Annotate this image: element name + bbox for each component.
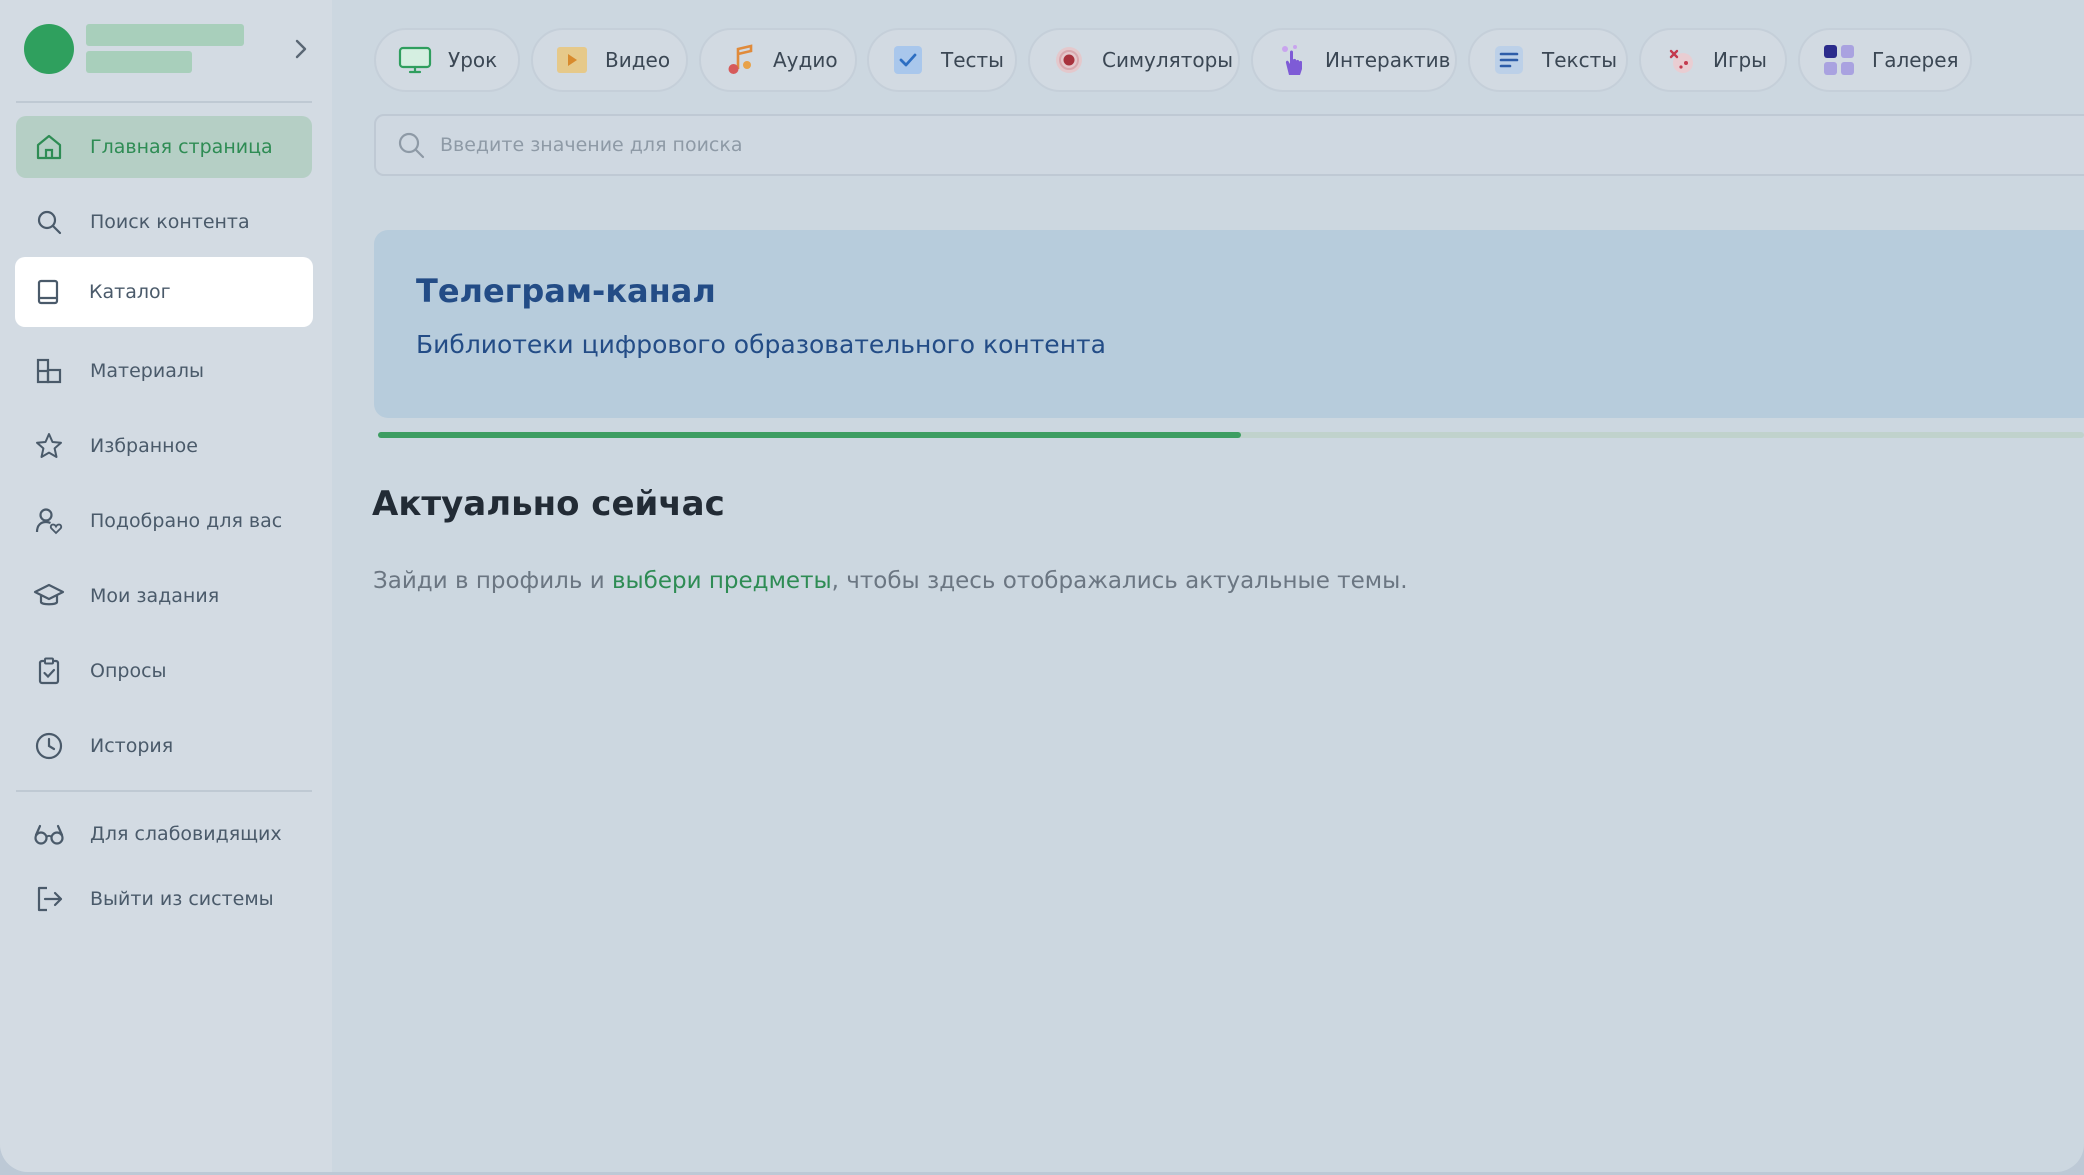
- sidebar-item-favorites[interactable]: Избранное: [16, 415, 312, 477]
- clock-icon: [32, 729, 66, 763]
- tab-interactive[interactable]: Интерактив: [1251, 28, 1457, 92]
- tab-label: Урок: [448, 48, 498, 72]
- logout-icon: [32, 882, 66, 916]
- section-title: Актуально сейчас: [372, 484, 725, 524]
- choose-subjects-link[interactable]: выбери предметы: [612, 568, 832, 594]
- banner-subtitle: Библиотеки цифрового образовательного ко…: [416, 330, 1106, 359]
- gallery-grid-icon: [1822, 43, 1856, 77]
- app-frame: Главная страница Поиск контента Каталог …: [0, 0, 2084, 1172]
- profile-name-placeholder: [86, 24, 244, 46]
- search-icon: [32, 205, 66, 239]
- sidebar-item-catalog[interactable]: Каталог: [15, 257, 313, 327]
- tab-label: Тесты: [941, 48, 1004, 72]
- tab-gallery[interactable]: Галерея: [1798, 28, 1972, 92]
- blocks-icon: [32, 354, 66, 388]
- sidebar-item-my-tasks[interactable]: Мои задания: [16, 565, 312, 627]
- tab-audio[interactable]: Аудио: [699, 28, 857, 92]
- tab-label: Галерея: [1872, 48, 1959, 72]
- promo-banner[interactable]: Телеграм-канал Библиотеки цифрового обра…: [374, 230, 2084, 418]
- graduation-cap-icon: [32, 579, 66, 613]
- text-lines-icon: [1492, 43, 1526, 77]
- sidebar-item-search[interactable]: Поиск контента: [16, 191, 312, 253]
- banner-title: Телеграм-канал: [416, 272, 716, 310]
- sidebar-item-label: Подобрано для вас: [90, 510, 283, 532]
- tab-lesson[interactable]: Урок: [374, 28, 520, 92]
- sidebar-item-recommended[interactable]: Подобрано для вас: [16, 490, 312, 552]
- sidebar-item-accessibility[interactable]: Для слабовидящих: [16, 803, 312, 865]
- music-note-icon: [723, 43, 757, 77]
- glasses-icon: [32, 817, 66, 851]
- sidebar-item-label: Избранное: [90, 435, 198, 457]
- pointer-hand-icon: [1275, 43, 1309, 77]
- tab-label: Симуляторы: [1102, 48, 1234, 72]
- hint-text: Зайди в профиль и: [373, 568, 612, 594]
- sidebar-item-label: История: [90, 735, 174, 757]
- search-input[interactable]: [440, 134, 1940, 156]
- sidebar-item-logout[interactable]: Выйти из системы: [16, 868, 312, 930]
- tab-tests[interactable]: Тесты: [867, 28, 1017, 92]
- gamepad-icon: [1663, 43, 1697, 77]
- checkbox-icon: [891, 43, 925, 77]
- banner-carousel-progress-fill: [378, 432, 1242, 438]
- tab-texts[interactable]: Тексты: [1468, 28, 1628, 92]
- sidebar-item-surveys[interactable]: Опросы: [16, 640, 312, 702]
- monitor-icon: [398, 43, 432, 77]
- sidebar-item-label: Выйти из системы: [90, 888, 274, 910]
- sidebar-item-home[interactable]: Главная страница: [16, 116, 312, 178]
- sidebar-item-label: Каталог: [89, 281, 171, 303]
- profile-summary[interactable]: [24, 24, 314, 76]
- tab-simulators[interactable]: Симуляторы: [1028, 28, 1240, 92]
- home-icon: [32, 130, 66, 164]
- sidebar-item-label: Опросы: [90, 660, 167, 682]
- tab-label: Тексты: [1542, 48, 1618, 72]
- play-icon: [555, 43, 589, 77]
- hint-text: , чтобы здесь отображались актуальные те…: [831, 568, 1408, 594]
- user-heart-icon: [32, 504, 66, 538]
- clipboard-check-icon: [32, 654, 66, 688]
- banner-carousel-progress: [378, 432, 2084, 438]
- tab-label: Игры: [1713, 48, 1767, 72]
- sidebar-item-label: Для слабовидящих: [90, 823, 282, 845]
- search-bar: [374, 114, 2084, 176]
- tab-games[interactable]: Игры: [1639, 28, 1787, 92]
- sidebar-item-history[interactable]: История: [16, 715, 312, 777]
- sidebar-item-label: Главная страница: [90, 136, 273, 158]
- book-icon: [31, 275, 65, 309]
- sidebar-divider: [16, 101, 312, 103]
- tab-label: Интерактив: [1325, 48, 1451, 72]
- topics-hint: Зайди в профиль и выбери предметы, чтобы…: [373, 568, 1408, 594]
- sidebar-divider: [16, 790, 312, 792]
- tab-label: Видео: [605, 48, 671, 72]
- avatar[interactable]: [24, 24, 74, 74]
- sidebar-item-label: Мои задания: [90, 585, 220, 607]
- tab-label: Аудио: [773, 48, 838, 72]
- profile-role-placeholder: [86, 51, 192, 73]
- sidebar-item-label: Материалы: [90, 360, 204, 382]
- simulator-icon: [1052, 43, 1086, 77]
- chevron-right-icon[interactable]: [286, 34, 316, 64]
- sidebar-item-materials[interactable]: Материалы: [16, 340, 312, 402]
- sidebar: Главная страница Поиск контента Каталог …: [0, 0, 332, 1172]
- search-icon: [396, 130, 426, 160]
- star-icon: [32, 429, 66, 463]
- tab-video[interactable]: Видео: [531, 28, 688, 92]
- sidebar-item-label: Поиск контента: [90, 211, 250, 233]
